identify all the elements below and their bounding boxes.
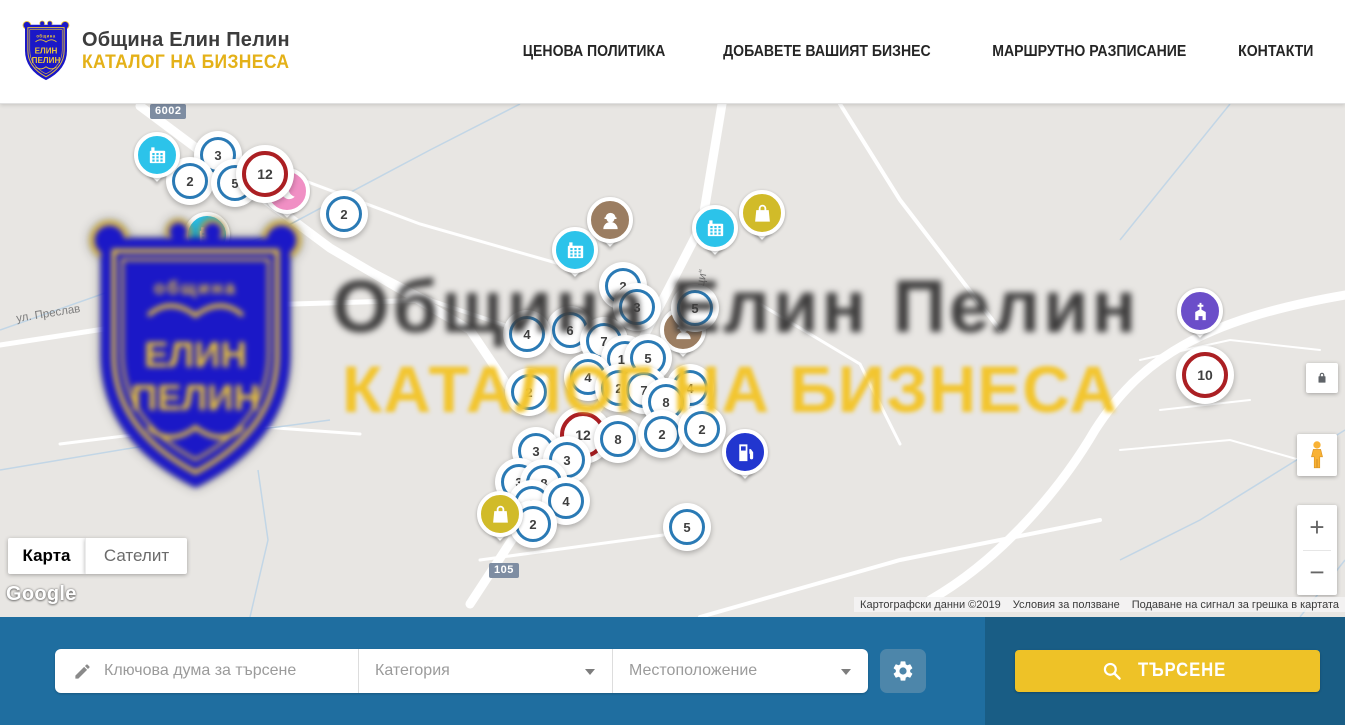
factory-icon (134, 132, 180, 178)
map-canvas[interactable]: 6002105ул. Преславбул. „Новоселци“ 32512… (0, 104, 1345, 617)
search-icon (1102, 661, 1122, 681)
cluster-count: 2 (511, 374, 547, 410)
site-subtitle: КАТАЛОГ НА БИЗНЕСА (82, 52, 289, 74)
cluster-count: 2 (684, 411, 720, 447)
nav-item[interactable]: ЦЕНОВА ПОЛИТИКА (523, 43, 666, 61)
cluster-count: 2 (644, 416, 680, 452)
municipality-crest-icon: община ЕЛИН ПЕЛИН (22, 20, 70, 83)
svg-text:ПЕЛИН: ПЕЛИН (32, 56, 61, 65)
google-logo[interactable]: Google (6, 583, 77, 606)
map-pin-worker[interactable] (587, 197, 633, 243)
keyword-input[interactable] (104, 662, 348, 680)
map-cluster-marker[interactable]: 2 (505, 368, 553, 416)
category-select[interactable]: Категория (358, 649, 612, 693)
map-pin-bag[interactable] (477, 491, 523, 537)
nav-item[interactable]: ДОБАВЕТЕ ВАШИЯТ БИЗНЕС (723, 43, 931, 61)
map-cluster-marker[interactable]: 5 (671, 284, 719, 332)
search-bar-right-panel: ТЪРСЕНЕ (985, 617, 1345, 725)
map-type-control: Карта Сателит (8, 538, 187, 574)
cluster-count: 5 (669, 509, 705, 545)
keyword-segment (55, 649, 358, 693)
search-box: Категория Местоположение (55, 649, 868, 693)
church-icon (1177, 288, 1223, 334)
pegman-icon (1306, 440, 1328, 470)
factory-icon (692, 205, 738, 251)
cluster-count: 8 (600, 421, 636, 457)
search-button[interactable]: ТЪРСЕНЕ (1015, 650, 1320, 692)
zoom-out-button[interactable]: − (1297, 551, 1337, 596)
attribution-text: Картографски данни ©2019 (854, 599, 1007, 611)
map-pin-factory[interactable] (134, 132, 180, 178)
map-cluster-marker[interactable]: 2 (678, 405, 726, 453)
gear-icon (891, 659, 915, 683)
pencil-icon (73, 662, 92, 681)
location-select[interactable]: Местоположение (612, 649, 868, 693)
chevron-down-icon (841, 669, 851, 675)
site-title: Община Елин Пелин (82, 29, 307, 52)
lock-icon (1315, 370, 1329, 386)
worker-icon (587, 197, 633, 243)
map-cluster-marker[interactable]: 8 (594, 415, 642, 463)
map-pin-factory[interactable] (692, 205, 738, 251)
map-type-map-button[interactable]: Карта (8, 538, 85, 574)
chevron-down-icon (585, 669, 595, 675)
bag-icon (739, 190, 785, 236)
street-view-pegman-button[interactable] (1297, 434, 1337, 476)
road-number-badge: 105 (489, 563, 519, 578)
bag-icon (477, 491, 523, 537)
map-cluster-marker[interactable]: 10 (1176, 346, 1234, 404)
map-pin-factory[interactable] (184, 212, 230, 258)
fuel-icon (722, 429, 768, 475)
map-cluster-marker[interactable]: 4 (503, 310, 551, 358)
search-bar: ТЪРСЕНЕ Категория Местоположение (0, 617, 1345, 725)
zoom-in-button[interactable]: + (1297, 505, 1337, 550)
attribution-link[interactable]: Условия за ползване (1007, 599, 1126, 611)
road-number-badge: 6002 (150, 104, 186, 119)
location-select-value: Местоположение (629, 662, 757, 680)
nav-item[interactable]: КОНТАКТИ (1239, 43, 1314, 61)
svg-text:ЕЛИН: ЕЛИН (35, 46, 58, 55)
map-cluster-marker[interactable]: 12 (236, 145, 294, 203)
map-attribution: Картографски данни ©2019Условия за ползв… (854, 597, 1345, 612)
cluster-count: 3 (619, 289, 655, 325)
zoom-control: + − (1297, 505, 1337, 595)
search-button-label: ТЪРСЕНЕ (1138, 660, 1226, 682)
cluster-count: 10 (1182, 352, 1228, 398)
map-cluster-marker[interactable]: 2 (320, 190, 368, 238)
cluster-count: 4 (509, 316, 545, 352)
attribution-link[interactable]: Подаване на сигнал за грешка в картата (1126, 599, 1345, 611)
map-pin-church[interactable] (1177, 288, 1223, 334)
map-type-satellite-button[interactable]: Сателит (85, 538, 187, 574)
cluster-count: 5 (677, 290, 713, 326)
map-lock-button[interactable] (1306, 363, 1338, 393)
main-nav: ЦЕНОВА ПОЛИТИКА ДОБАВЕТЕ ВАШИЯТ БИЗНЕС МАР… (513, 43, 1345, 61)
advanced-search-button[interactable] (880, 649, 926, 693)
site-header: община ЕЛИН ПЕЛИН Община Елин Пелин КАТА… (0, 0, 1345, 104)
svg-text:община: община (36, 34, 55, 39)
category-select-value: Категория (375, 662, 450, 680)
cluster-count: 2 (326, 196, 362, 232)
site-logo[interactable]: община ЕЛИН ПЕЛИН Община Елин Пелин КАТА… (0, 20, 307, 83)
map-pin-fuel[interactable] (722, 429, 768, 475)
factory-icon (184, 212, 230, 258)
map-cluster-marker[interactable]: 5 (663, 503, 711, 551)
cluster-count: 12 (242, 151, 288, 197)
map-pin-bag[interactable] (739, 190, 785, 236)
nav-item[interactable]: МАРШРУТНО РАЗПИСАНИЕ (992, 43, 1186, 61)
